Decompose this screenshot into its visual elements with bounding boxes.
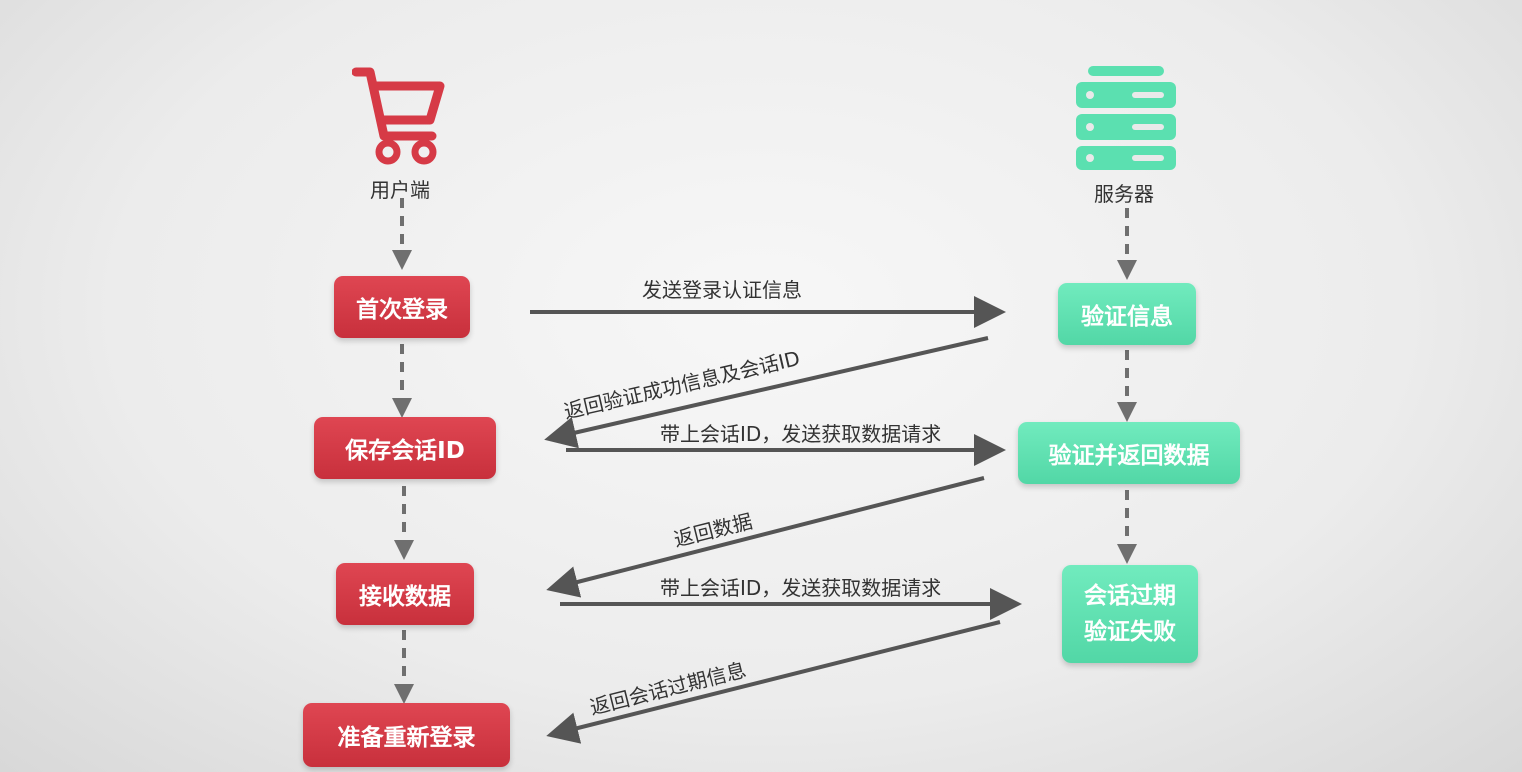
flow-diagram — [392, 198, 1137, 744]
verify-failed-line: 验证失败 — [1084, 619, 1176, 645]
msg-send-auth: 发送登录认证信息 — [642, 278, 802, 302]
client-step-first-login: 首次登录 — [334, 276, 470, 338]
server-step-session-expired: 会话过期 验证失败 — [1062, 565, 1198, 663]
msg-request-data-1: 带上会话ID，发送获取数据请求 — [660, 422, 942, 446]
server-icon — [1076, 66, 1176, 170]
server-step-verify: 验证信息 — [1058, 283, 1196, 345]
client-lane-label: 用户端 — [370, 178, 430, 202]
shopping-cart-icon — [352, 67, 445, 165]
client-step-receive-data: 接收数据 — [336, 563, 474, 625]
msg-request-data-2: 带上会话ID，发送获取数据请求 — [660, 576, 942, 600]
server-step-verify-return: 验证并返回数据 — [1018, 422, 1240, 484]
session-expired-line: 会话过期 — [1084, 583, 1176, 609]
server-lane-label: 服务器 — [1094, 182, 1154, 206]
arrow-return-expired — [546, 620, 1001, 744]
client-step-relogin: 准备重新登录 — [303, 703, 510, 767]
client-step-save-session: 保存会话ID — [314, 417, 496, 479]
